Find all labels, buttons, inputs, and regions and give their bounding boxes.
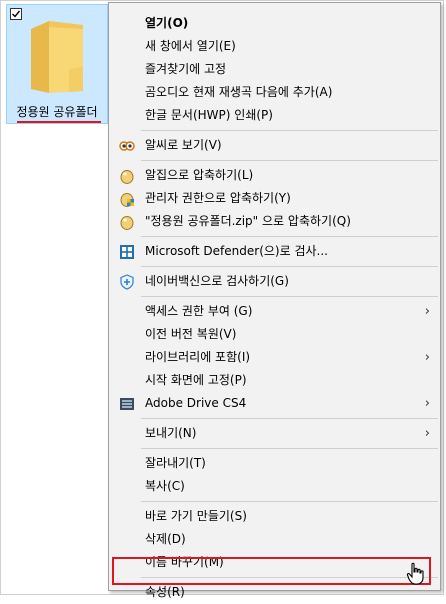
menu-item-pin-start[interactable]: 시작 화면에 고정(P) — [109, 369, 440, 392]
menu-item-alzip-to-zip[interactable]: "정용원 공유폴더.zip" 으로 압축하기(Q) — [109, 210, 440, 233]
menu-item-give-access[interactable]: 액세스 권한 부여 (G) › — [109, 300, 440, 323]
menu-separator — [141, 160, 438, 161]
menu-item-open[interactable]: 열기(O) — [109, 12, 440, 35]
menu-item-label: 네이버백신으로 검사하기(G) — [145, 274, 289, 288]
menu-item-label: 보내기(N) — [145, 426, 197, 440]
menu-item-naver-vaccine-scan[interactable]: 네이버백신으로 검사하기(G) — [109, 270, 440, 293]
menu-item-label: 알집으로 압축하기(L) — [145, 168, 254, 182]
menu-item-label: Microsoft Defender(으)로 검사... — [145, 244, 328, 258]
menu-item-label: 관리자 권한으로 압축하기(Y) — [145, 191, 291, 205]
menu-item-delete[interactable]: 삭제(D) — [109, 528, 440, 551]
checkmark-icon — [12, 10, 21, 18]
selection-checkbox[interactable] — [10, 8, 22, 20]
menu-item-create-shortcut[interactable]: 바로 가기 만들기(S) — [109, 505, 440, 528]
submenu-arrow-icon: › — [424, 350, 430, 365]
adobe-drive-icon — [119, 396, 135, 412]
menu-item-open-new-window[interactable]: 새 창에서 열기(E) — [109, 35, 440, 58]
alzip-admin-icon — [119, 191, 135, 207]
menu-item-alzip-compress[interactable]: 알집으로 압축하기(L) — [109, 164, 440, 187]
menu-separator — [141, 448, 438, 449]
menu-item-cut[interactable]: 잘라내기(T) — [109, 452, 440, 475]
menu-item-defender-scan[interactable]: Microsoft Defender(으)로 검사... — [109, 240, 440, 263]
menu-item-include-library[interactable]: 라이브러리에 포함(I) › — [109, 346, 440, 369]
context-menu: 열기(O) 새 창에서 열기(E) 즐겨찾기에 고정 곰오디오 현재 재생곡 다… — [108, 2, 441, 599]
folder-name-label: 정용원 공유폴더 — [16, 105, 98, 119]
menu-separator — [141, 501, 438, 502]
menu-separator — [141, 236, 438, 237]
menu-item-pin-quick-access[interactable]: 즐겨찾기에 고정 — [109, 58, 440, 81]
defender-shield-icon — [119, 244, 135, 260]
menu-item-restore-previous[interactable]: 이전 버전 복원(V) — [109, 323, 440, 346]
alzip-icon — [119, 214, 135, 230]
hand-cursor-icon — [406, 562, 426, 590]
menu-item-send-to[interactable]: 보내기(N) › — [109, 422, 440, 445]
menu-item-label: 라이브러리에 포함(I) — [145, 350, 251, 364]
menu-item-alzip-admin-compress[interactable]: 관리자 권한으로 압축하기(Y) — [109, 187, 440, 210]
submenu-arrow-icon: › — [424, 304, 430, 319]
folder-desktop-item[interactable]: 정용원 공유폴더 — [6, 4, 108, 124]
submenu-arrow-icon: › — [424, 426, 430, 441]
menu-item-label: Adobe Drive CS4 — [145, 396, 247, 410]
menu-separator — [141, 418, 438, 419]
alsee-icon — [119, 138, 135, 154]
menu-item-label: 액세스 권한 부여 (G) — [145, 304, 253, 318]
menu-item-label: "정용원 공유폴더.zip" 으로 압축하기(Q) — [145, 214, 351, 228]
menu-item-alsee-view[interactable]: 알씨로 보기(V) — [109, 134, 440, 157]
menu-item-hwp-print[interactable]: 한글 문서(HWP) 인쇄(P) — [109, 104, 440, 127]
annotation-highlight-box — [112, 557, 431, 585]
menu-separator — [141, 296, 438, 297]
submenu-arrow-icon: › — [424, 396, 430, 411]
menu-item-label: 알씨로 보기(V) — [145, 138, 222, 152]
naver-vaccine-icon — [119, 274, 135, 290]
menu-item-copy[interactable]: 복사(C) — [109, 475, 440, 498]
menu-item-gom-audio-add[interactable]: 곰오디오 현재 재생곡 다음에 추가(A) — [109, 81, 440, 104]
menu-separator — [141, 130, 438, 131]
alzip-icon — [119, 168, 135, 184]
menu-item-adobe-drive[interactable]: Adobe Drive CS4 › — [109, 392, 440, 415]
annotation-underline — [17, 121, 101, 123]
menu-separator — [141, 266, 438, 267]
folder-icon — [29, 19, 87, 99]
